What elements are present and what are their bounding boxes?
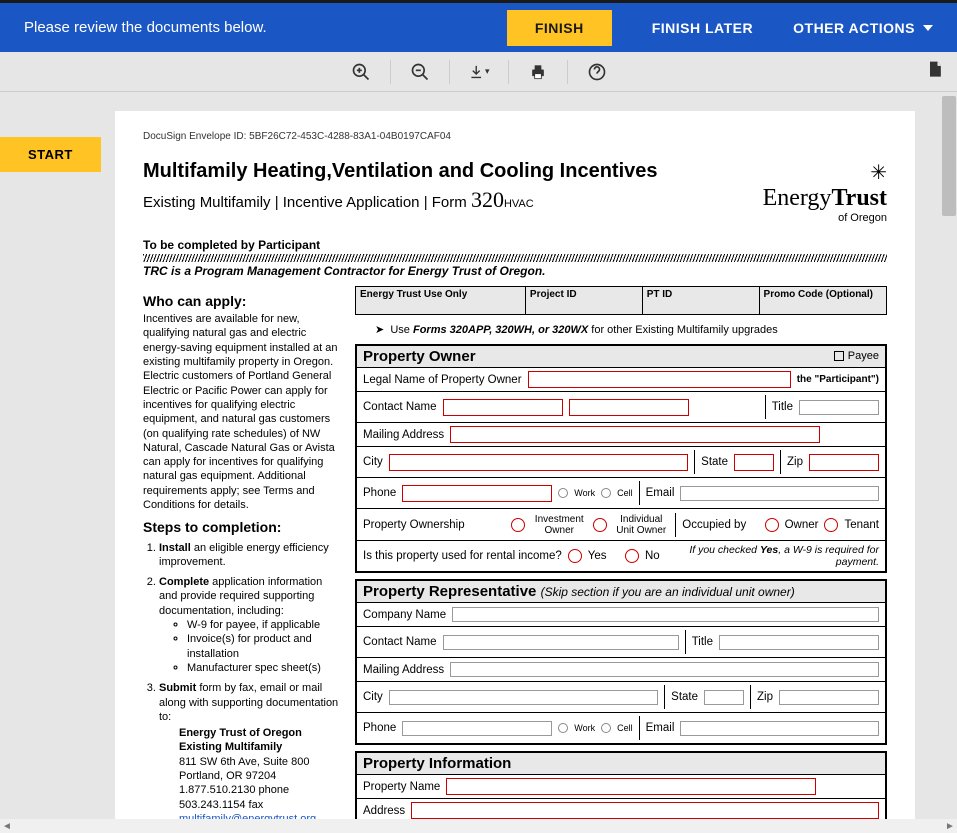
rep-state-field[interactable] — [704, 690, 744, 705]
property-rep-section: Property Representative (Skip section if… — [355, 579, 887, 745]
prop-addr-field[interactable] — [411, 802, 879, 819]
unit-owner-radio[interactable] — [593, 518, 607, 532]
header-fields-table: Energy Trust Use Only Project ID PT ID P… — [355, 286, 887, 315]
caret-down-icon — [923, 25, 933, 31]
print-icon[interactable] — [527, 61, 549, 83]
phone-field[interactable] — [402, 485, 552, 502]
rep-contact-field[interactable] — [443, 635, 679, 650]
property-owner-section: Property Owner Payee Legal Name of Prope… — [355, 344, 887, 573]
investment-owner-radio[interactable] — [511, 518, 525, 532]
vertical-scrollbar[interactable] — [942, 96, 956, 216]
download-icon[interactable]: ▾ — [468, 61, 490, 83]
rep-company-field[interactable] — [452, 607, 879, 622]
documents-icon[interactable] — [925, 60, 945, 85]
tenant-radio[interactable] — [824, 518, 838, 532]
other-actions-button[interactable]: OTHER ACTIONS — [793, 20, 933, 36]
rep-title-field[interactable] — [719, 635, 879, 650]
rep-city-field[interactable] — [389, 690, 658, 705]
scroll-left-icon[interactable]: ◄ — [2, 821, 12, 831]
legal-name-field[interactable] — [528, 371, 791, 388]
rep-zip-field[interactable] — [779, 690, 879, 705]
payee-checkbox[interactable] — [834, 351, 844, 361]
state-field[interactable] — [734, 454, 774, 471]
rental-no-radio[interactable] — [625, 549, 639, 563]
email-field[interactable] — [680, 486, 879, 501]
review-banner: Please review the documents below. FINIS… — [0, 0, 957, 52]
start-button[interactable]: START — [0, 137, 101, 172]
scroll-right-icon[interactable]: ► — [945, 821, 955, 831]
title-field[interactable] — [799, 400, 879, 415]
finish-later-button[interactable]: FINISH LATER — [652, 20, 753, 36]
work-radio[interactable] — [558, 488, 568, 498]
zoom-out-icon[interactable] — [409, 61, 431, 83]
help-icon[interactable] — [586, 61, 608, 83]
zip-field[interactable] — [809, 454, 879, 471]
contact-last-field[interactable] — [569, 399, 689, 416]
prop-name-field[interactable] — [446, 778, 816, 795]
sidebar-instructions: Who can apply: Incentives are available … — [143, 286, 343, 821]
zoom-in-icon[interactable] — [350, 61, 372, 83]
document-workspace[interactable]: START DocuSign Envelope ID: 5BF26C72-453… — [0, 95, 957, 821]
rep-mail-field[interactable] — [450, 662, 879, 677]
contact-first-field[interactable] — [443, 399, 563, 416]
rental-yes-radio[interactable] — [568, 549, 582, 563]
finish-button[interactable]: FINISH — [507, 10, 612, 46]
rep-email-field[interactable] — [680, 721, 879, 736]
cell-radio[interactable] — [601, 488, 611, 498]
owner-radio[interactable] — [765, 518, 779, 532]
mailing-address-field[interactable] — [450, 426, 820, 443]
horizontal-scrollbar[interactable]: ◄ ► — [0, 819, 957, 833]
rep-phone-field[interactable] — [402, 721, 552, 736]
toolbar: ▾ — [0, 52, 957, 92]
review-text: Please review the documents below. — [24, 19, 507, 36]
envelope-id: DocuSign Envelope ID: 5BF26C72-453C-4288… — [143, 131, 887, 142]
city-field[interactable] — [389, 454, 688, 471]
rep-cell-radio[interactable] — [601, 723, 611, 733]
document-page: DocuSign Envelope ID: 5BF26C72-453C-4288… — [115, 111, 915, 821]
energytrust-logo: ✳ EnergyTrust of Oregon — [763, 160, 887, 224]
doc-title: Multifamily Heating,Ventilation and Cool… — [143, 160, 658, 183]
rep-work-radio[interactable] — [558, 723, 568, 733]
property-info-section: Property Information Property Name Addre… — [355, 751, 887, 821]
